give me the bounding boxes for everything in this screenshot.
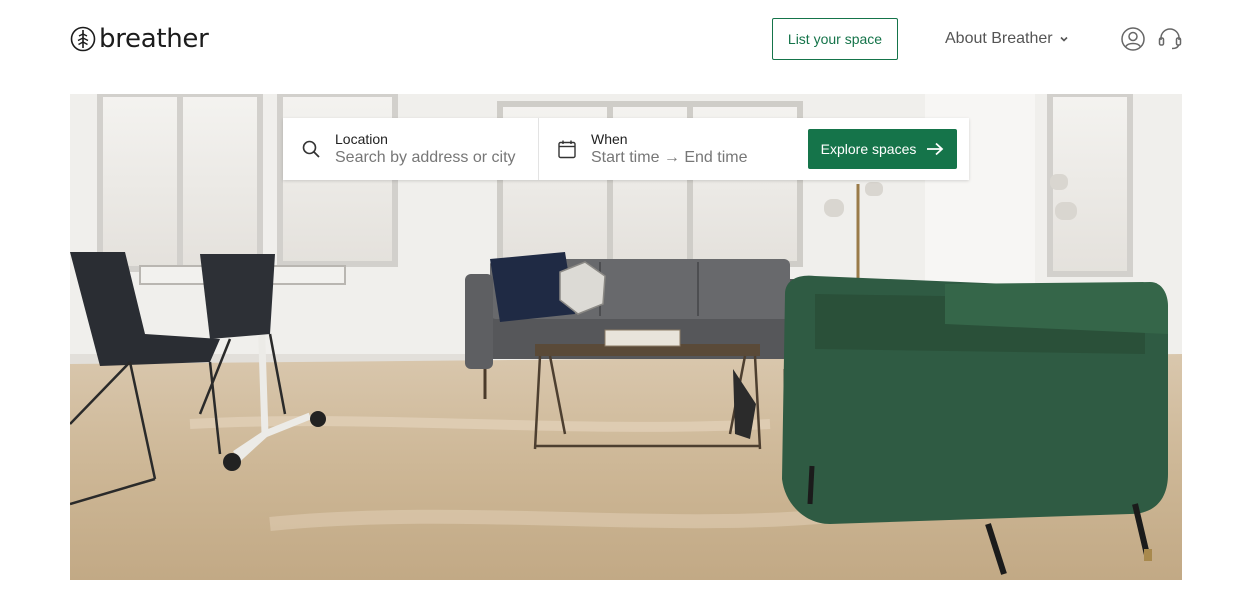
when-field[interactable]: When Start time → End time — [539, 118, 809, 180]
leaf-logo-icon — [70, 26, 96, 52]
explore-spaces-button[interactable]: Explore spaces — [808, 129, 957, 169]
location-input[interactable]: Search by address or city — [335, 148, 516, 168]
breather-logo[interactable]: breather — [70, 24, 209, 54]
search-icon — [302, 140, 320, 158]
user-circle-icon[interactable] — [1120, 26, 1146, 52]
list-your-space-button[interactable]: List your space — [772, 18, 898, 60]
headset-icon[interactable] — [1157, 26, 1183, 52]
when-input[interactable]: Start time → End time — [591, 148, 748, 168]
chevron-down-icon — [1060, 36, 1068, 42]
explore-spaces-label: Explore spaces — [820, 141, 917, 157]
location-label: Location — [335, 130, 388, 147]
arrow-right-icon — [927, 142, 944, 156]
about-breather-label: About Breather — [945, 30, 1053, 47]
calendar-icon — [558, 140, 576, 159]
top-header: breather List your space About Breather — [0, 0, 1253, 80]
when-label: When — [591, 130, 628, 147]
about-breather-menu[interactable]: About Breather — [945, 28, 1069, 50]
location-field[interactable]: Location Search by address or city — [283, 118, 539, 180]
logo-text: breather — [99, 24, 209, 54]
space-search-bar: Location Search by address or city When … — [283, 118, 969, 180]
